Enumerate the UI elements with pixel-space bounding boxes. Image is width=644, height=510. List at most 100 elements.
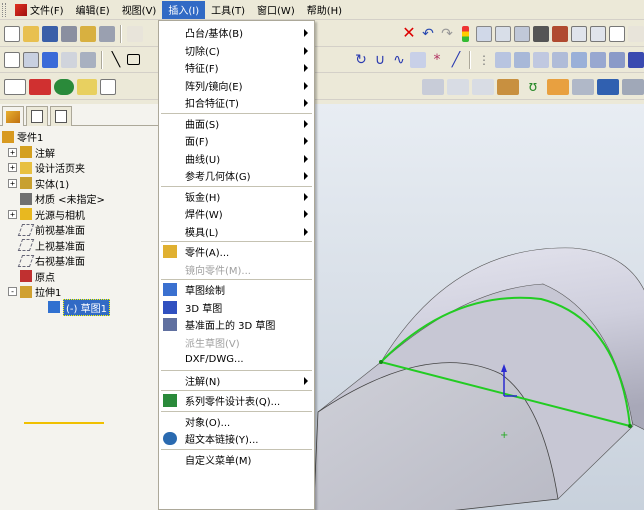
insert-menu-item[interactable]: 曲面(S)	[159, 115, 314, 132]
scene-icon[interactable]	[77, 78, 97, 95]
expand-toggle[interactable]: +	[8, 209, 17, 219]
display-style-icon[interactable]	[597, 78, 619, 95]
tree-node[interactable]: + 注解	[2, 145, 161, 161]
offset-icon[interactable]	[495, 51, 511, 68]
insert-menu-item[interactable]: 凸台/基体(B)	[159, 24, 314, 41]
expand-toggle[interactable]: +	[8, 163, 17, 173]
delete-icon[interactable]	[127, 25, 143, 42]
insert-menu-item[interactable]: 系列零件设计表(Q)...	[159, 392, 314, 409]
make-assembly-icon[interactable]	[99, 25, 115, 42]
convert-entities-icon[interactable]	[410, 51, 426, 68]
menu-1[interactable]: 编辑(E)	[70, 1, 116, 19]
expand-toggle[interactable]: -	[8, 287, 17, 297]
spline-icon[interactable]: ∿	[391, 52, 407, 68]
make-drawing-icon[interactable]	[80, 25, 96, 42]
camera-icon[interactable]	[533, 25, 549, 42]
insert-menu-item[interactable]: 曲线(U)	[159, 150, 314, 167]
expand-toggle[interactable]: +	[8, 178, 17, 188]
insert-menu-item[interactable]: 焊件(W)	[159, 205, 314, 222]
linear-pattern-icon[interactable]	[552, 51, 568, 68]
insert-menu-item[interactable]: 基准面上的 3D 草图	[159, 316, 314, 333]
repair-icon[interactable]	[628, 51, 644, 68]
window-icon[interactable]	[571, 25, 587, 42]
tree-node[interactable]: 材质 <未指定>	[2, 191, 161, 207]
texture-icon[interactable]	[552, 25, 568, 42]
insert-menu-item[interactable]: 参考几何体(G)	[159, 167, 314, 184]
dimension-dropdown-icon[interactable]	[4, 78, 26, 95]
tangent-arc-icon[interactable]: ∪	[372, 52, 388, 68]
menu-5[interactable]: 窗口(W)	[251, 1, 301, 19]
menu-6[interactable]: 帮助(H)	[301, 1, 348, 19]
select-icon[interactable]	[4, 51, 20, 68]
draft-icon[interactable]	[547, 78, 569, 95]
menubar-grip[interactable]	[2, 2, 6, 17]
feature-manager-tab[interactable]	[2, 106, 24, 126]
centerline-icon[interactable]: ╱	[448, 52, 464, 68]
select-arrow-icon[interactable]	[609, 25, 625, 42]
3d-sketch-icon[interactable]	[80, 51, 96, 68]
tree-node[interactable]: 原点	[2, 269, 161, 285]
tree-node[interactable]: (-) 草图1	[2, 298, 161, 316]
pattern-icon[interactable]	[572, 78, 594, 95]
open-folder-icon[interactable]	[23, 25, 39, 42]
insert-menu-item[interactable]: 零件(A)...	[159, 243, 314, 260]
insert-menu-item[interactable]: 阵列/镜向(E)	[159, 77, 314, 94]
line-icon[interactable]: ╲	[108, 52, 124, 68]
tree-node[interactable]: 前视基准面	[2, 222, 161, 238]
point-icon[interactable]: *	[429, 52, 445, 68]
relations-icon[interactable]	[609, 51, 625, 68]
reference-geometry-icon[interactable]	[422, 78, 444, 95]
configuration-manager-tab[interactable]	[50, 106, 72, 126]
insert-menu-item[interactable]: 注解(N)	[159, 372, 314, 389]
hide-show-icon[interactable]	[622, 78, 644, 95]
mirror-icon[interactable]: ⋮	[476, 52, 492, 68]
insert-menu-item[interactable]: 扣合特征(T)	[159, 94, 314, 111]
insert-menu-item[interactable]: 草图绘制	[159, 281, 314, 298]
shell-icon[interactable]	[497, 78, 519, 95]
tree-node[interactable]: 右视基准面	[2, 253, 161, 269]
tree-node[interactable]: + 实体(1)	[2, 176, 161, 192]
view-orientation-icon[interactable]	[29, 78, 51, 95]
file-properties-icon[interactable]	[495, 25, 511, 42]
layout-icon[interactable]	[590, 25, 606, 42]
menu-0[interactable]: 文件(F)	[9, 1, 70, 19]
sweep-icon[interactable]: ʊ	[522, 79, 544, 95]
fillet-icon[interactable]	[472, 78, 494, 95]
redo-icon[interactable]: ↷	[439, 26, 455, 42]
options-icon[interactable]	[476, 25, 492, 42]
centerpoint-arc-icon[interactable]: ↻	[353, 52, 369, 68]
tree-node[interactable]: 零件1	[2, 129, 161, 145]
undo-icon[interactable]: ↶	[420, 26, 436, 42]
insert-menu-item[interactable]: 钣金(H)	[159, 188, 314, 205]
tree-node[interactable]: 上视基准面	[2, 238, 161, 254]
insert-menu-item[interactable]: 3D 草图	[159, 299, 314, 316]
tree-node[interactable]: + 设计活页夹	[2, 160, 161, 176]
insert-menu-item[interactable]: 特征(F)	[159, 59, 314, 76]
expand-toggle[interactable]: +	[8, 147, 17, 157]
insert-menu-item[interactable]: 自定义菜单(M)	[159, 451, 314, 468]
appearance-icon[interactable]	[54, 78, 74, 95]
curves-icon[interactable]	[447, 78, 469, 95]
menu-4[interactable]: 工具(T)	[205, 1, 251, 19]
extend-icon[interactable]	[533, 51, 549, 68]
sketch-icon[interactable]	[42, 51, 58, 68]
menu-2[interactable]: 视图(V)	[116, 1, 163, 19]
insert-menu-item[interactable]: DXF/DWG...	[159, 351, 314, 368]
save-icon[interactable]	[42, 25, 58, 42]
insert-menu-item[interactable]: 模具(L)	[159, 223, 314, 240]
trim-icon[interactable]	[514, 51, 530, 68]
rebuild-icon[interactable]	[462, 25, 469, 42]
insert-menu-item[interactable]: 面(F)	[159, 132, 314, 149]
property-manager-tab[interactable]	[26, 106, 48, 126]
smart-dimension-icon[interactable]	[61, 51, 77, 68]
grid-snap-icon[interactable]	[23, 51, 39, 68]
new-document-icon[interactable]	[4, 25, 20, 42]
help-arrow-icon[interactable]	[628, 25, 644, 42]
insert-menu-item[interactable]: 对象(O)...	[159, 413, 314, 430]
tree-node[interactable]: + 光源与相机	[2, 207, 161, 223]
rectangle-icon[interactable]	[127, 54, 140, 65]
move-icon[interactable]	[571, 51, 587, 68]
cancel-x-icon[interactable]: ✕	[401, 24, 417, 42]
tree-node[interactable]: - 拉伸1	[2, 284, 161, 300]
insert-menu-item[interactable]: 超文本链接(Y)...	[159, 430, 314, 447]
